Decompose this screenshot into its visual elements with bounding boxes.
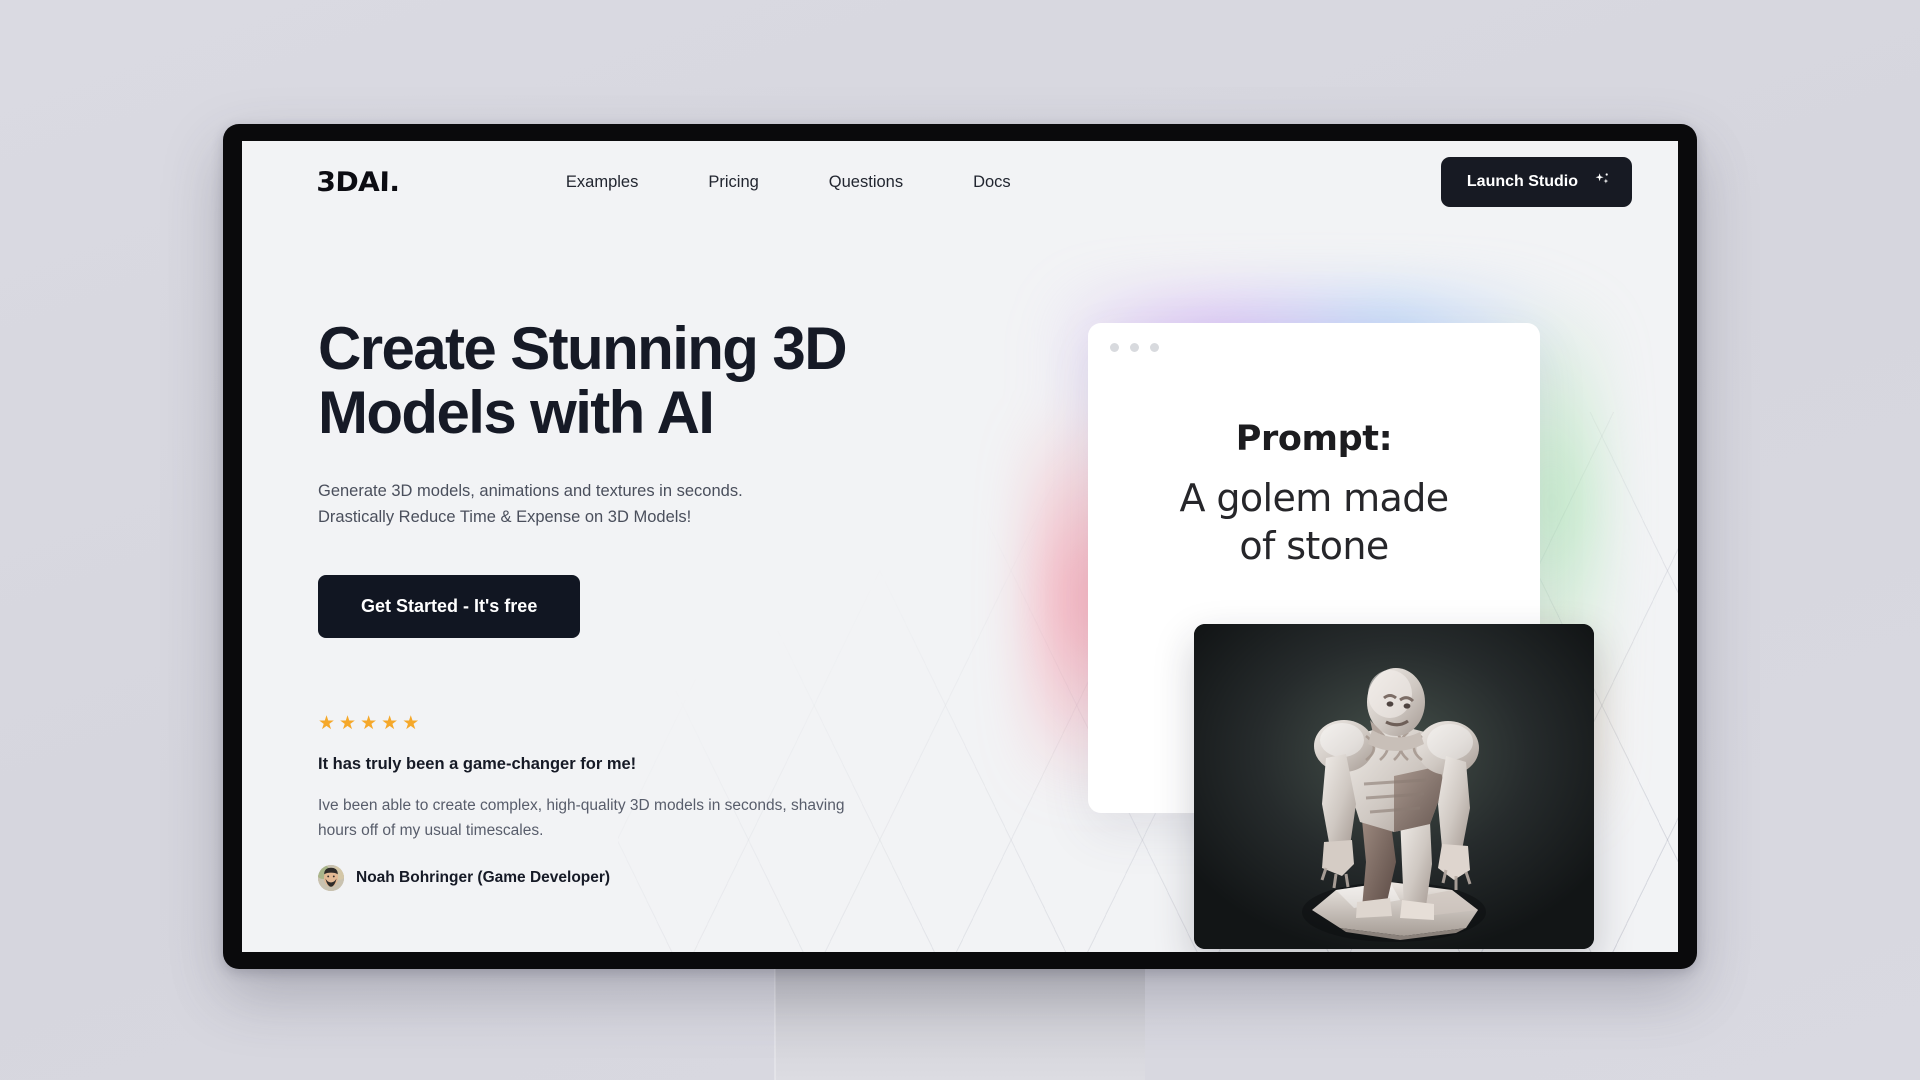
nav-link-pricing[interactable]: Pricing xyxy=(708,173,758,192)
site-header: 3DAI. Examples Pricing Questions Docs La… xyxy=(242,141,1678,223)
monitor-stand xyxy=(774,968,1145,1080)
nav-link-questions[interactable]: Questions xyxy=(829,173,903,192)
brand-logo[interactable]: 3DAI. xyxy=(316,167,400,198)
stone-golem-render xyxy=(1194,624,1594,949)
testimonial-author-row: Noah Bohringer (Game Developer) xyxy=(318,865,938,891)
get-started-button[interactable]: Get Started - It's free xyxy=(318,574,581,638)
star-icon: ★ xyxy=(360,712,378,734)
testimonial-block: ★ ★ ★ ★ ★ It has truly been a game-chang… xyxy=(318,714,938,891)
avatar xyxy=(318,865,344,891)
desktop-scene: 3DAI. Examples Pricing Questions Docs La… xyxy=(0,0,1920,1080)
prompt-text: A golem made of stone xyxy=(1179,476,1449,568)
window-dot-icon xyxy=(1130,343,1139,352)
star-icon: ★ xyxy=(381,712,399,734)
window-dot-icon xyxy=(1150,343,1159,352)
prompt-content: Prompt: A golem made of stone xyxy=(1088,419,1540,571)
page-title: Create Stunning 3D Models with AI xyxy=(318,315,848,447)
star-icon: ★ xyxy=(402,712,420,734)
hero-content: Create Stunning 3D Models with AI Genera… xyxy=(318,315,938,891)
star-icon: ★ xyxy=(339,712,357,734)
testimonial-author-name: Noah Bohringer (Game Developer) xyxy=(356,869,611,886)
nav-link-examples[interactable]: Examples xyxy=(566,173,638,192)
testimonial-headline: It has truly been a game-changer for me! xyxy=(318,754,637,773)
browser-screen: 3DAI. Examples Pricing Questions Docs La… xyxy=(242,141,1678,952)
prompt-label: Prompt: xyxy=(1235,419,1393,459)
window-dots xyxy=(1110,343,1159,352)
launch-studio-button[interactable]: Launch Studio xyxy=(1440,157,1632,207)
hero-subtitle: Generate 3D models, animations and textu… xyxy=(318,482,743,526)
primary-navigation: Examples Pricing Questions Docs xyxy=(566,173,1011,192)
monitor-bezel: 3DAI. Examples Pricing Questions Docs La… xyxy=(223,124,1697,969)
hero-visual: Prompt: A golem made of stone xyxy=(942,141,1678,952)
model-render-thumbnail[interactable] xyxy=(1194,624,1594,949)
testimonial-body: Ive been able to create complex, high-qu… xyxy=(318,796,845,839)
star-rating: ★ ★ ★ ★ ★ xyxy=(318,714,938,733)
window-dot-icon xyxy=(1110,343,1119,352)
launch-studio-label: Launch Studio xyxy=(1466,173,1578,190)
nav-link-docs[interactable]: Docs xyxy=(973,173,1011,192)
sparkle-icon xyxy=(1594,171,1610,193)
star-icon: ★ xyxy=(318,712,336,734)
